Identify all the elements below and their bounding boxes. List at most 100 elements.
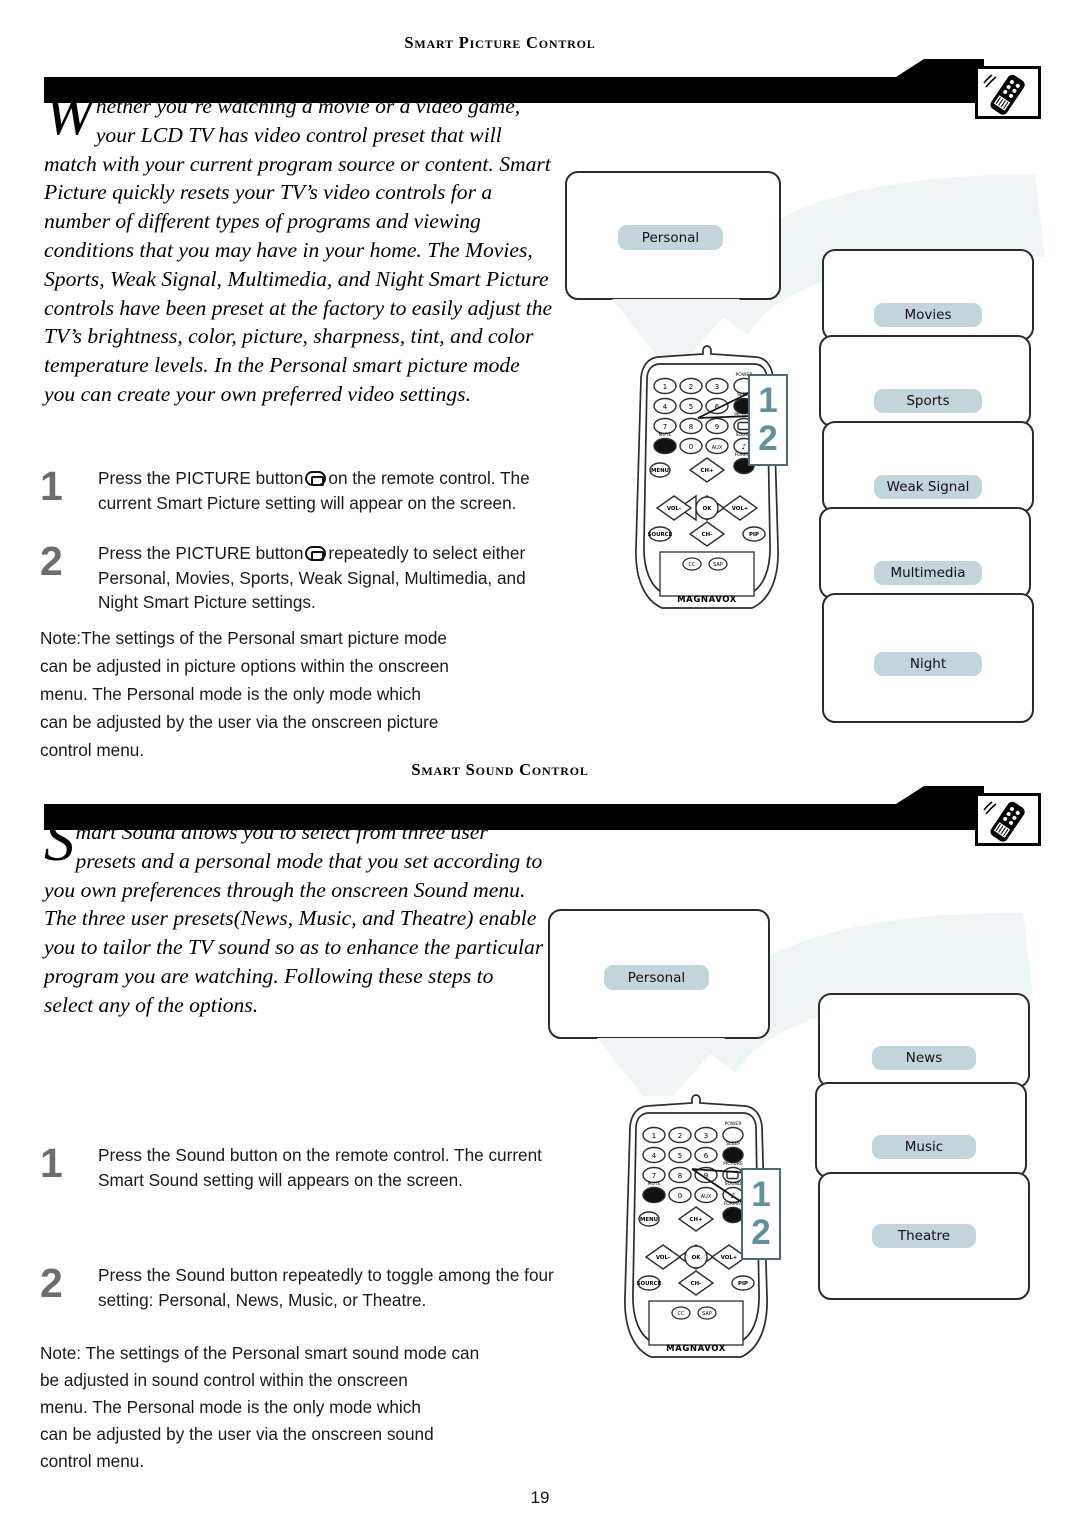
step-text-before: Press the PICTURE button: [98, 543, 304, 563]
svg-text:CH-: CH-: [691, 1281, 702, 1287]
callout-steps-smart-picture: 1 2: [748, 374, 788, 466]
option-panel-movies: [822, 249, 1034, 341]
step-2-smart-sound: 2 Press the Sound button repeatedly to t…: [40, 1262, 560, 1312]
svg-text:0: 0: [689, 443, 693, 451]
intro-text: mart Sound allows you to select from thr…: [44, 820, 544, 1017]
option-panel-news: [818, 993, 1030, 1088]
pill-text: Movies: [904, 307, 952, 323]
callout-number-1: 1: [751, 1175, 771, 1214]
svg-text:1: 1: [663, 383, 667, 391]
svg-text:1: 1: [652, 1132, 656, 1140]
svg-text:0: 0: [678, 1192, 682, 1200]
svg-text:CC: CC: [678, 1311, 685, 1317]
svg-text:SAP: SAP: [702, 1311, 712, 1317]
svg-text:CH+: CH+: [701, 468, 714, 474]
pill-text: Night: [909, 656, 947, 672]
pill-text: Music: [904, 1139, 944, 1155]
svg-text:PIP: PIP: [749, 532, 759, 538]
step-text: Press the PICTURE button on the remote co…: [98, 466, 555, 515]
svg-text:VOL+: VOL+: [721, 1255, 738, 1261]
option-pill-night: Night: [874, 652, 982, 676]
pill-text: Sports: [906, 393, 950, 409]
svg-text:4: 4: [652, 1152, 657, 1160]
svg-text:6: 6: [704, 1152, 709, 1160]
option-panel-multimedia: [819, 507, 1031, 599]
svg-text:SAP: SAP: [713, 562, 723, 568]
page-number: 19: [530, 1488, 550, 1507]
remote-icon: [975, 793, 1041, 846]
svg-text:MAGNAVOX: MAGNAVOX: [677, 595, 737, 605]
svg-text:CH+: CH+: [690, 1217, 703, 1223]
intro-text: hether you’re watching a movie or a vide…: [44, 94, 553, 406]
svg-text:2: 2: [689, 383, 693, 391]
step-2-smart-picture: 2 Press the PICTURE button repeatedly to …: [40, 541, 562, 615]
svg-text:OK: OK: [703, 506, 713, 512]
svg-text:3: 3: [704, 1132, 708, 1140]
svg-text:VOL+: VOL+: [732, 506, 749, 512]
pill-text: News: [905, 1050, 943, 1066]
option-panel-weak-signal: [822, 421, 1034, 513]
svg-text:MENU: MENU: [640, 1217, 658, 1223]
svg-text:MUTE: MUTE: [647, 1181, 660, 1187]
pill-text: Multimedia: [890, 565, 966, 581]
option-pill-movies: Movies: [874, 303, 982, 327]
svg-text:2: 2: [678, 1132, 682, 1140]
section-heading: Smart Sound Control: [411, 760, 589, 779]
pill-text: Weak Signal: [886, 479, 970, 495]
svg-text:SLEEP: SLEEP: [726, 1141, 740, 1147]
step-number: 1: [40, 1140, 63, 1186]
step-text-before: Press the PICTURE button: [98, 468, 304, 488]
svg-text:SOURCE: SOURCE: [637, 1281, 662, 1287]
pill-text: Theatre: [897, 1228, 951, 1244]
callout-steps-smart-sound: 1 2: [741, 1168, 781, 1260]
picture-button-icon: [305, 471, 327, 486]
svg-text:MAGNAVOX: MAGNAVOX: [666, 1344, 726, 1354]
screen-label-personal: Personal: [618, 225, 723, 250]
svg-text:CC: CC: [689, 562, 696, 568]
svg-text:OK: OK: [692, 1255, 702, 1261]
screen-label-personal: Personal: [604, 965, 709, 990]
svg-text:5: 5: [678, 1152, 682, 1160]
intro-paragraph-smart-sound: Smart Sound allows you to select from th…: [44, 807, 544, 1020]
callout-number-2: 2: [758, 419, 778, 458]
step-1-smart-picture: 1 Press the PICTURE button on the remote …: [40, 463, 555, 515]
note-smart-sound: Note: The settings of the Personal smart…: [40, 1343, 480, 1471]
pill-text: Personal: [641, 229, 700, 246]
svg-text:5: 5: [689, 403, 693, 411]
callout-number-2: 2: [751, 1213, 771, 1252]
pill-text: Personal: [627, 969, 686, 986]
section-heading: Smart Picture Control: [404, 33, 596, 52]
option-panel-music: [815, 1082, 1027, 1178]
step-number: 1: [40, 463, 63, 509]
svg-text:SOURCE: SOURCE: [648, 532, 673, 538]
callout-number-1: 1: [758, 381, 778, 420]
step-text: Press the Sound button on the remote con…: [98, 1145, 542, 1190]
note-smart-picture: Note:The settings of the Personal smart …: [40, 628, 449, 760]
option-pill-theatre: Theatre: [872, 1224, 976, 1248]
svg-text:MUTE: MUTE: [658, 432, 671, 438]
option-panel-sports: [819, 335, 1031, 427]
step-text: Press the Sound button repeatedly to tog…: [98, 1265, 554, 1310]
svg-text:7: 7: [652, 1172, 656, 1180]
drop-cap: W: [44, 81, 95, 148]
svg-text:9: 9: [715, 423, 719, 431]
svg-text:CH-: CH-: [702, 532, 713, 538]
svg-text:7: 7: [663, 423, 667, 431]
svg-text:POWER: POWER: [724, 1121, 742, 1127]
option-pill-sports: Sports: [874, 389, 982, 413]
option-pill-weak-signal: Weak Signal: [874, 475, 982, 499]
svg-text:8: 8: [678, 1172, 682, 1180]
svg-text:PIP: PIP: [738, 1281, 748, 1287]
svg-text:4: 4: [663, 403, 668, 411]
drop-cap: S: [44, 807, 75, 874]
svg-text:8: 8: [689, 423, 693, 431]
intro-paragraph-smart-picture: Whether you’re watching a movie or a vid…: [44, 81, 554, 409]
svg-text:♪: ♪: [742, 443, 746, 451]
picture-button-icon: [305, 546, 327, 561]
svg-text:AUX: AUX: [712, 445, 723, 451]
option-pill-multimedia: Multimedia: [874, 561, 982, 585]
step-text: Press the PICTURE button repeatedly to se…: [98, 541, 562, 615]
callout-leader-line: [697, 390, 754, 419]
option-pill-music: Music: [872, 1135, 976, 1159]
remote-icon: [975, 66, 1041, 119]
